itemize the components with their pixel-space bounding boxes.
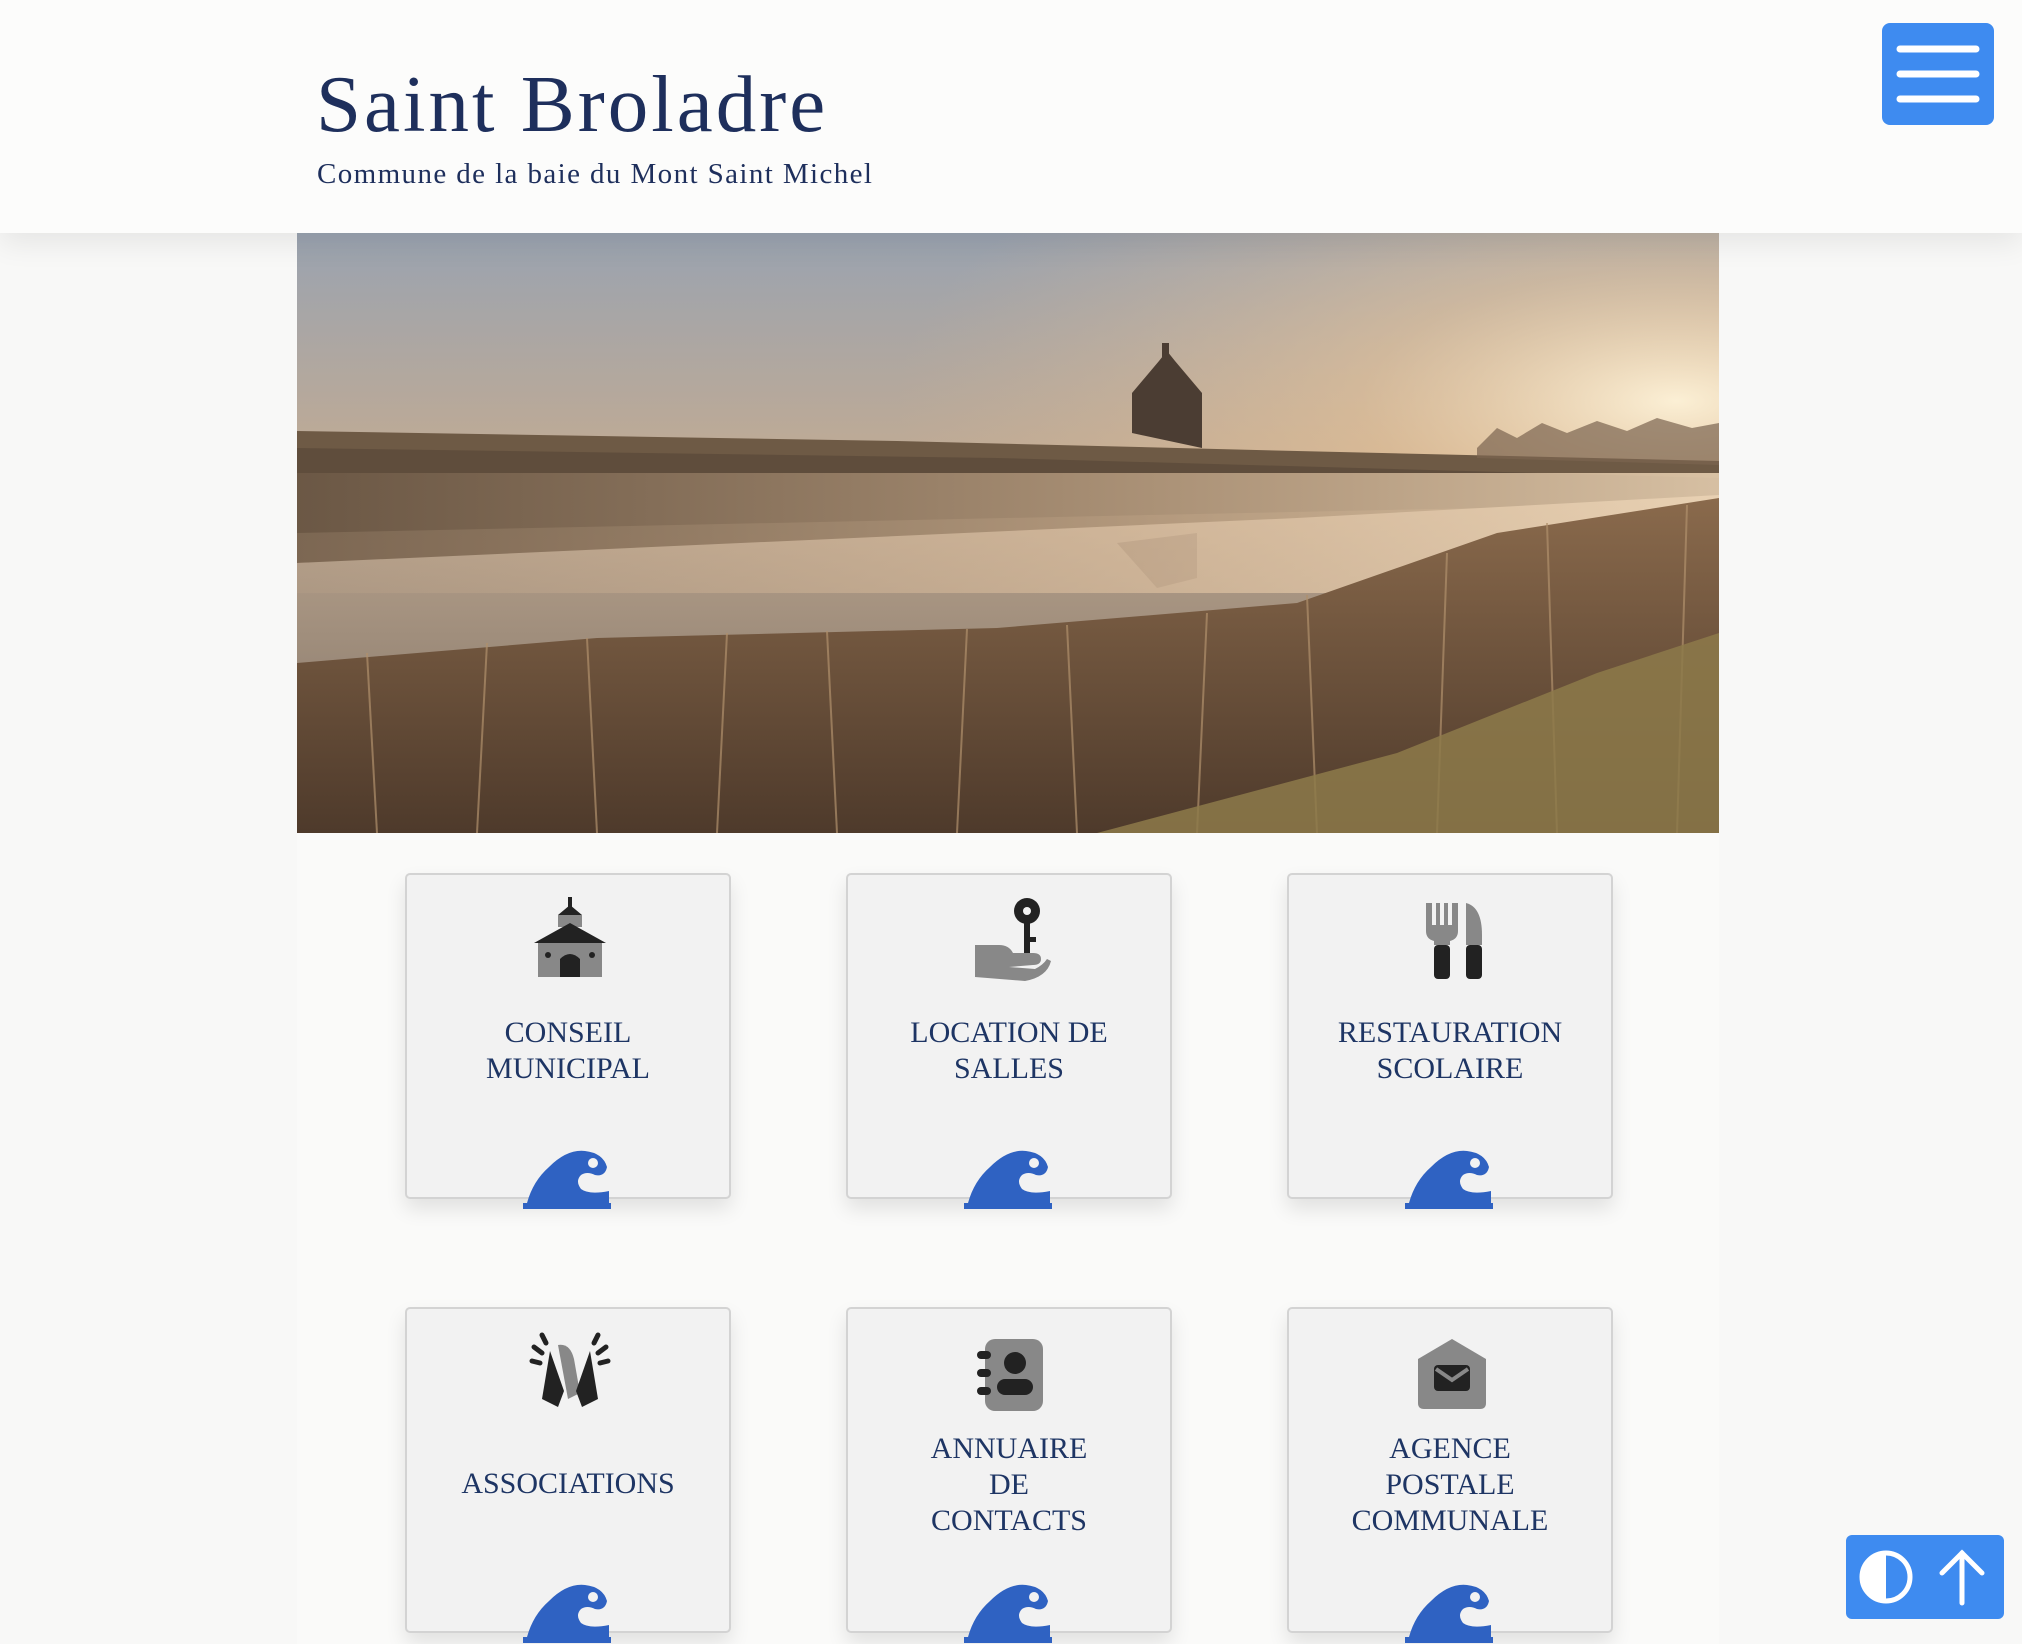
wave-icon [964,1584,1052,1643]
tile-label: ASSOCIATIONS [461,1467,675,1500]
site-title[interactable]: Saint Broladre [316,64,828,145]
clapping-hands-icon [529,1332,611,1407]
wave-icon [964,1150,1052,1209]
tile-label: ANNUAIRE DE CONTACTS [930,1432,1088,1537]
arrow-up-icon [1939,1549,1985,1606]
mail-envelope-icon [1418,1339,1486,1409]
contact-book-icon [977,1339,1043,1411]
main-content: CONSEIL MUNICIPAL LOCATION DE SALLES RES… [297,233,1719,1644]
menu-button[interactable] [1882,23,1994,125]
contrast-toggle-icon [1859,1550,1913,1604]
tile-agence-postale-communale[interactable]: AGENCE POSTALE COMMUNALE [1287,1307,1613,1643]
fork-knife-icon [1426,903,1482,979]
site-header: Saint Broladre Commune de la baie du Mon… [0,0,2022,233]
tile-annuaire-de-contacts[interactable]: ANNUAIRE DE CONTACTS [846,1307,1172,1643]
hand-key-icon [975,898,1051,981]
hamburger-menu-icon [1896,45,1980,103]
contrast-toggle-button[interactable] [1854,1545,1918,1609]
wave-icon [1405,1584,1493,1643]
tile-location-de-salles[interactable]: LOCATION DE SALLES [846,873,1172,1209]
wave-icon [1405,1150,1493,1209]
tile-label: AGENCE POSTALE COMMUNALE [1351,1432,1549,1537]
tile-label: LOCATION DE SALLES [910,1016,1108,1085]
wave-icon [523,1150,611,1209]
town-hall-icon [534,897,606,977]
hero-image [297,233,1719,833]
tile-label: CONSEIL MUNICIPAL [486,1016,650,1085]
tile-label: RESTAURATION SCOLAIRE [1337,1016,1563,1085]
tile-conseil-municipal[interactable]: CONSEIL MUNICIPAL [405,873,731,1209]
scroll-to-top-button[interactable] [1930,1545,1994,1609]
site-subtitle: Commune de la baie du Mont Saint Michel [317,158,874,190]
tile-restauration-scolaire[interactable]: RESTAURATION SCOLAIRE [1287,873,1613,1209]
floating-toolbar [1846,1535,2004,1619]
wave-icon [523,1584,611,1643]
tile-associations[interactable]: ASSOCIATIONS [405,1307,731,1643]
